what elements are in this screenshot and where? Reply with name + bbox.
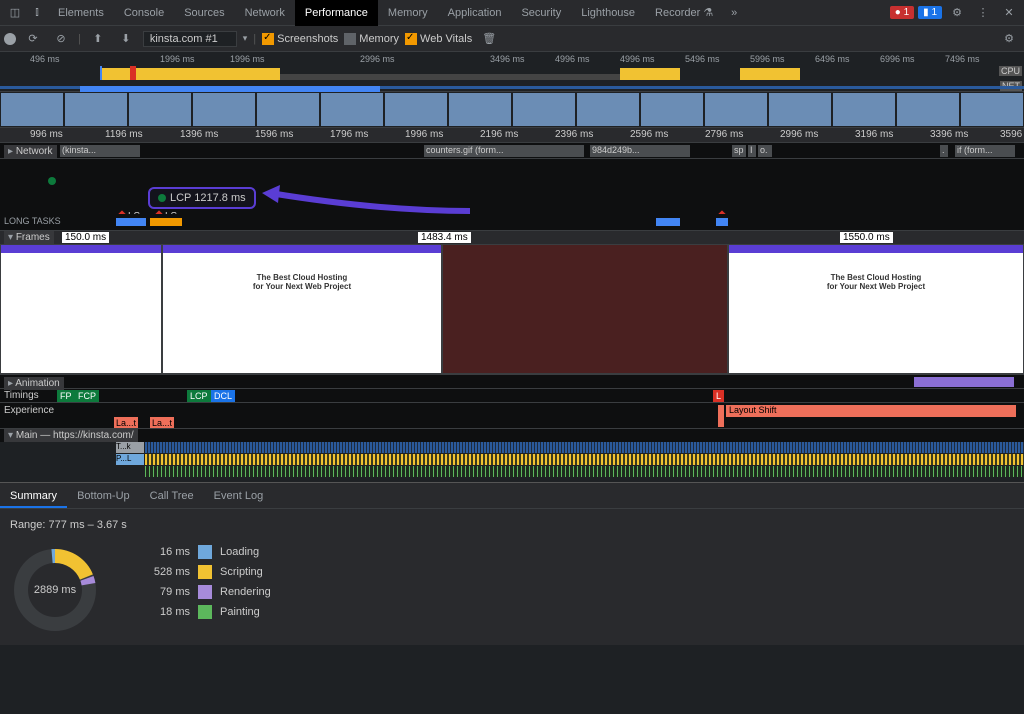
inspect-icon[interactable]: ◫ xyxy=(4,2,26,24)
close-icon[interactable]: ✕ xyxy=(998,2,1020,24)
frames-screenshots: The Best Cloud Hostingfor Your Next Web … xyxy=(0,244,1024,374)
device-icon[interactable]: ⫾ xyxy=(26,2,48,24)
trash-icon[interactable]: 🗑 xyxy=(478,28,500,50)
screenshots-checkbox[interactable]: Screenshots xyxy=(262,33,338,45)
perf-settings-icon[interactable]: ⚙ xyxy=(998,28,1020,50)
filmstrip xyxy=(0,92,1024,128)
longtasks-track: LONG TASKS xyxy=(0,214,1024,230)
animation-bar xyxy=(914,377,1014,387)
webvitals-checkbox[interactable]: Web Vitals xyxy=(405,33,472,45)
tab-lighthouse[interactable]: Lighthouse xyxy=(571,0,645,26)
network-item[interactable]: if (form... xyxy=(955,145,1015,157)
fcp-dot xyxy=(48,177,56,185)
network-item[interactable]: (kinsta... xyxy=(60,145,140,157)
tab-elements[interactable]: Elements xyxy=(48,0,114,26)
network-label[interactable]: Network xyxy=(4,145,57,158)
info-badge[interactable]: ▮ 1 xyxy=(918,6,942,19)
tab-recorder[interactable]: Recorder ⚗ xyxy=(645,0,723,26)
record-button[interactable] xyxy=(4,33,16,45)
network-item[interactable]: I xyxy=(748,145,756,157)
network-item[interactable]: o. xyxy=(758,145,772,157)
main-track-header[interactable]: Main — https://kinsta.com/ xyxy=(0,428,1024,442)
flame-chart[interactable]: T...k P...L xyxy=(0,442,1024,482)
settings-icon[interactable]: ⚙ xyxy=(946,2,968,24)
timeline-ruler: 996 ms 1196 ms 1396 ms 1596 ms 1796 ms 1… xyxy=(0,128,1024,142)
tab-eventlog[interactable]: Event Log xyxy=(204,483,274,508)
tab-summary[interactable]: Summary xyxy=(0,483,67,508)
frames-header[interactable]: Frames 150.0 ms 1483.4 ms 1550.0 ms xyxy=(0,230,1024,244)
legend-row: 18 msPainting xyxy=(140,605,271,619)
tab-console[interactable]: Console xyxy=(114,0,174,26)
network-item[interactable]: . xyxy=(940,145,948,157)
memory-checkbox[interactable]: Memory xyxy=(344,33,399,45)
tab-calltree[interactable]: Call Tree xyxy=(140,483,204,508)
tab-network[interactable]: Network xyxy=(235,0,295,26)
tab-security[interactable]: Security xyxy=(511,0,571,26)
webvitals-track[interactable]: LCP 1217.8 ms LS LS xyxy=(0,158,1024,214)
devtools-topbar: ◫ ⫾ Elements Console Sources Network Per… xyxy=(0,0,1024,26)
network-item[interactable]: 984d249b... xyxy=(590,145,690,157)
clear-icon[interactable]: ⊘ xyxy=(50,28,72,50)
animation-track[interactable]: Animation xyxy=(0,374,1024,388)
upload-icon[interactable]: ⬆ xyxy=(87,28,109,50)
details-panel: Summary Bottom-Up Call Tree Event Log Ra… xyxy=(0,482,1024,645)
network-item[interactable]: counters.gif (form... xyxy=(424,145,584,157)
summary-donut: 2889 ms xyxy=(10,545,100,635)
range-text: Range: 777 ms – 3.67 s xyxy=(10,519,1014,531)
network-track[interactable]: Network (kinsta... counters.gif (form... 9… xyxy=(0,142,1024,158)
timings-track[interactable]: Timings FP FCP LCP DCL L xyxy=(0,388,1024,402)
download-icon[interactable]: ⬇ xyxy=(115,28,137,50)
legend-row: 16 msLoading xyxy=(140,545,271,559)
performance-toolbar: ⟳ ⊘ | ⬆ ⬇ kinsta.com #1 ▾ | Screenshots … xyxy=(0,26,1024,52)
legend-row: 528 msScripting xyxy=(140,565,271,579)
overview-panel[interactable]: 496 ms 1996 ms 1996 ms 2996 ms 3496 ms 4… xyxy=(0,52,1024,92)
errors-badge[interactable]: ● 1 xyxy=(890,6,914,19)
tab-bottomup[interactable]: Bottom-Up xyxy=(67,483,140,508)
tab-memory[interactable]: Memory xyxy=(378,0,438,26)
lcp-marker: LCP 1217.8 ms xyxy=(148,187,256,209)
more-tabs-icon[interactable]: » xyxy=(723,2,745,24)
experience-track[interactable]: Experience Layout Shift La...t La...t xyxy=(0,402,1024,428)
tab-sources[interactable]: Sources xyxy=(174,0,234,26)
recording-select[interactable]: kinsta.com #1 xyxy=(143,31,237,47)
tab-performance[interactable]: Performance xyxy=(295,0,378,26)
network-item[interactable]: sp xyxy=(732,145,746,157)
tab-application[interactable]: Application xyxy=(438,0,512,26)
reload-icon[interactable]: ⟳ xyxy=(22,28,44,50)
legend-row: 79 msRendering xyxy=(140,585,271,599)
kebab-icon[interactable]: ⋮ xyxy=(972,2,994,24)
